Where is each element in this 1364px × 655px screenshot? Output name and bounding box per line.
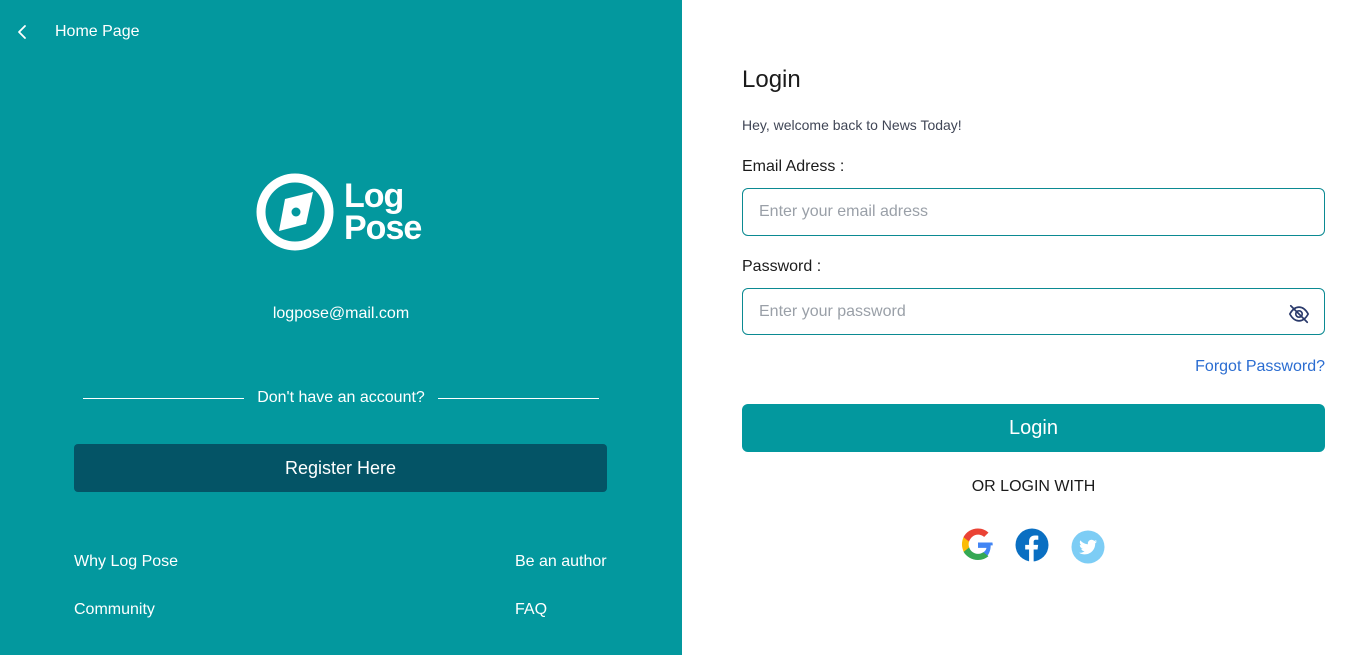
- forgot-password-link[interactable]: Forgot Password?: [1195, 358, 1325, 376]
- or-login-with-label: OR LOGIN WITH: [971, 478, 1096, 495]
- be-an-author-link[interactable]: Be an author: [515, 553, 607, 571]
- email-field-box: [742, 188, 1325, 236]
- logo: Log Pose: [255, 172, 422, 252]
- compass-icon: [256, 173, 334, 251]
- community-link[interactable]: Community: [74, 601, 155, 619]
- email-field[interactable]: [759, 203, 1268, 221]
- divider-line-left: [83, 397, 245, 399]
- password-label: Password :: [742, 258, 822, 275]
- login-panel: Login Hey, welcome back to News Today! E…: [682, 0, 1364, 655]
- email-label: Email Adress :: [742, 158, 845, 175]
- why-log-pose-link[interactable]: Why Log Pose: [74, 553, 178, 571]
- logo-wordmark: Log Pose: [344, 177, 422, 247]
- login-subtitle: Hey, welcome back to News Today!: [742, 117, 962, 133]
- login-button[interactable]: Login: [742, 404, 1325, 452]
- home-page-link[interactable]: Home Page: [14, 20, 140, 44]
- logo-line-1: Log: [344, 177, 404, 215]
- left-panel: Home Page Log Pose logpose@mail.com Don'…: [0, 0, 682, 655]
- google-icon[interactable]: [960, 527, 996, 563]
- facebook-icon[interactable]: [1014, 527, 1050, 563]
- contact-email: logpose@mail.com: [272, 305, 410, 322]
- login-title: Login: [742, 66, 801, 93]
- register-button[interactable]: Register Here: [74, 444, 607, 492]
- faq-link[interactable]: FAQ: [515, 601, 547, 619]
- divider-line-right: [437, 397, 599, 399]
- eye-off-icon[interactable]: [1288, 303, 1310, 325]
- chevron-left-icon: [18, 25, 26, 39]
- twitter-icon[interactable]: [1070, 529, 1106, 565]
- signup-prompt: Don't have an account?: [257, 389, 425, 406]
- password-field-box: [742, 288, 1325, 335]
- password-field[interactable]: [759, 302, 1268, 321]
- signup-divider: Don't have an account?: [83, 389, 599, 407]
- home-page-label: Home Page: [55, 23, 140, 40]
- logo-line-2: Pose: [344, 209, 422, 247]
